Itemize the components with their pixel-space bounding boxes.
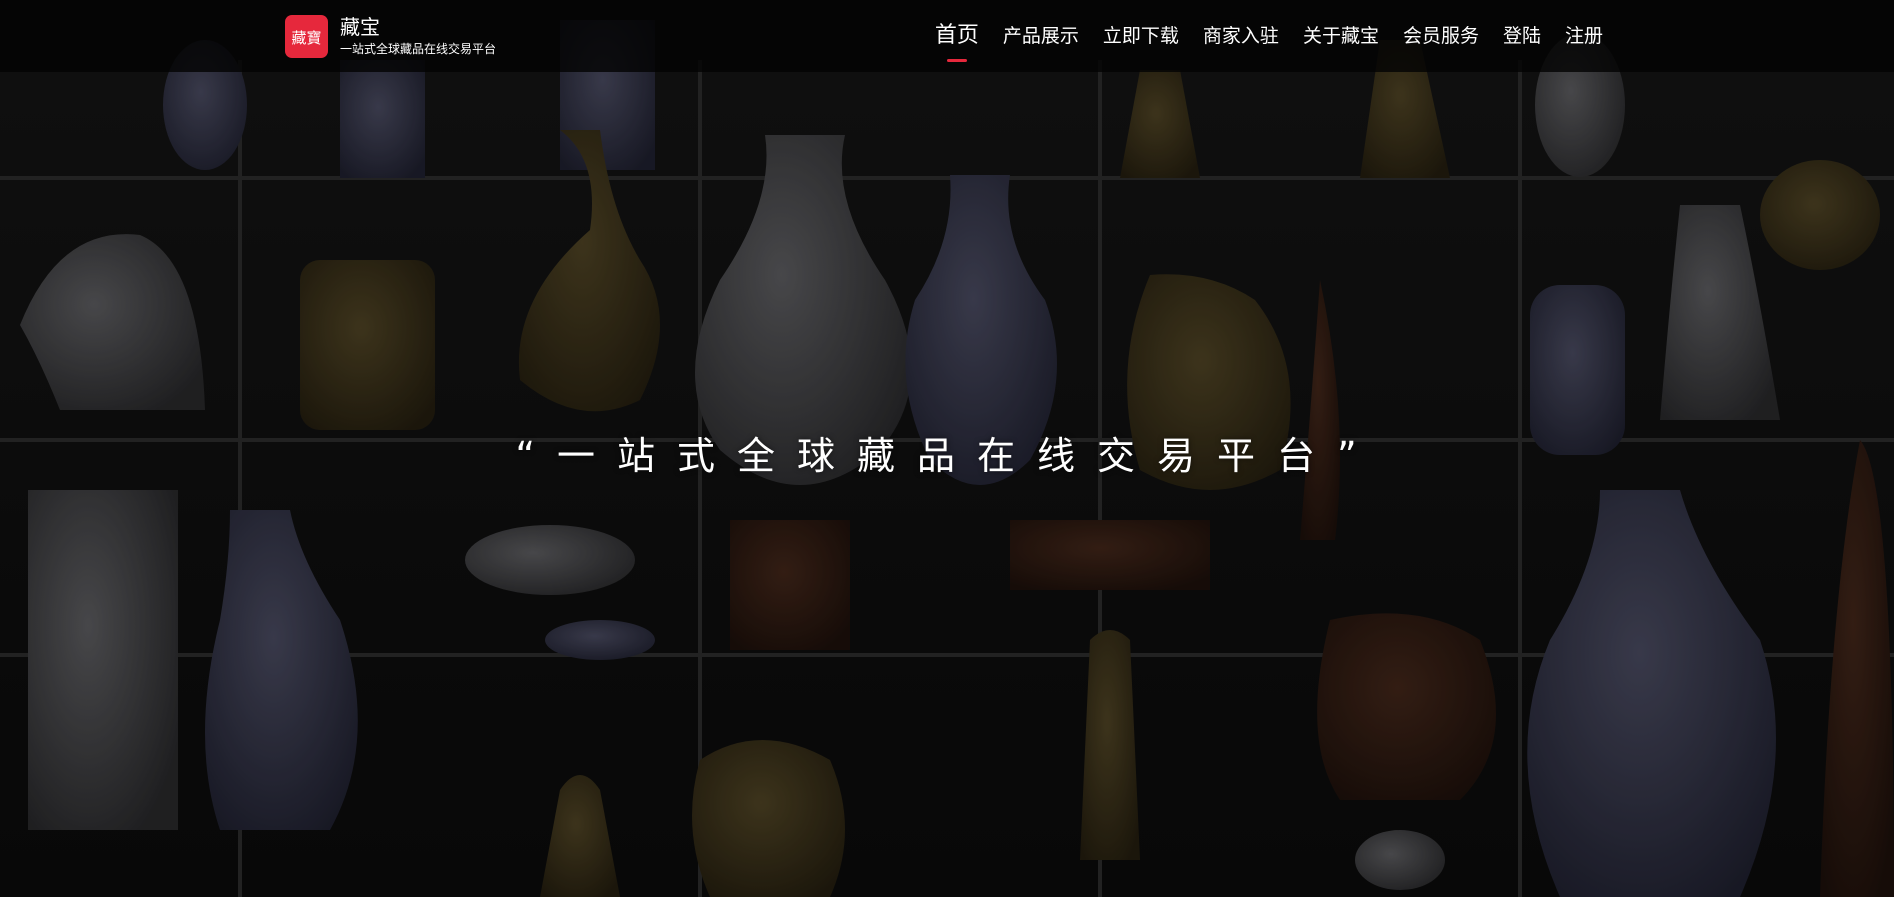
main-nav: 首页 产品展示 立即下载 商家入驻 关于藏宝 会员服务 登陆 注册 [935,0,1603,72]
brand-slogan: 一站式全球藏品在线交易平台 [340,42,497,56]
seal-logo-icon: 藏寶 [285,14,328,58]
nav-item-merchant-join[interactable]: 商家入驻 [1203,0,1279,72]
nav-item-login[interactable]: 登陆 [1503,0,1541,72]
brand-name: 藏宝 [340,15,380,39]
nav-item-products[interactable]: 产品展示 [1003,0,1079,72]
logo-glyph: 藏寶 [291,29,321,47]
nav-item-membership[interactable]: 会员服务 [1403,0,1479,72]
page: 藏寶 藏宝 一站式全球藏品在线交易平台 首页 产品展示 立即下载 商家入驻 关于… [0,0,1894,897]
brand[interactable]: 藏寶 藏宝 一站式全球藏品在线交易平台 [285,13,496,59]
brand-text: 藏宝 一站式全球藏品在线交易平台 [340,15,496,57]
nav-item-download[interactable]: 立即下载 [1103,0,1179,72]
header-bar: 藏寶 藏宝 一站式全球藏品在线交易平台 首页 产品展示 立即下载 商家入驻 关于… [0,0,1894,72]
nav-item-register[interactable]: 注册 [1565,0,1603,72]
hero-slogan: “一站式全球藏品在线交易平台” [515,434,1379,478]
nav-item-about[interactable]: 关于藏宝 [1303,0,1379,72]
nav-item-home[interactable]: 首页 [935,0,979,72]
